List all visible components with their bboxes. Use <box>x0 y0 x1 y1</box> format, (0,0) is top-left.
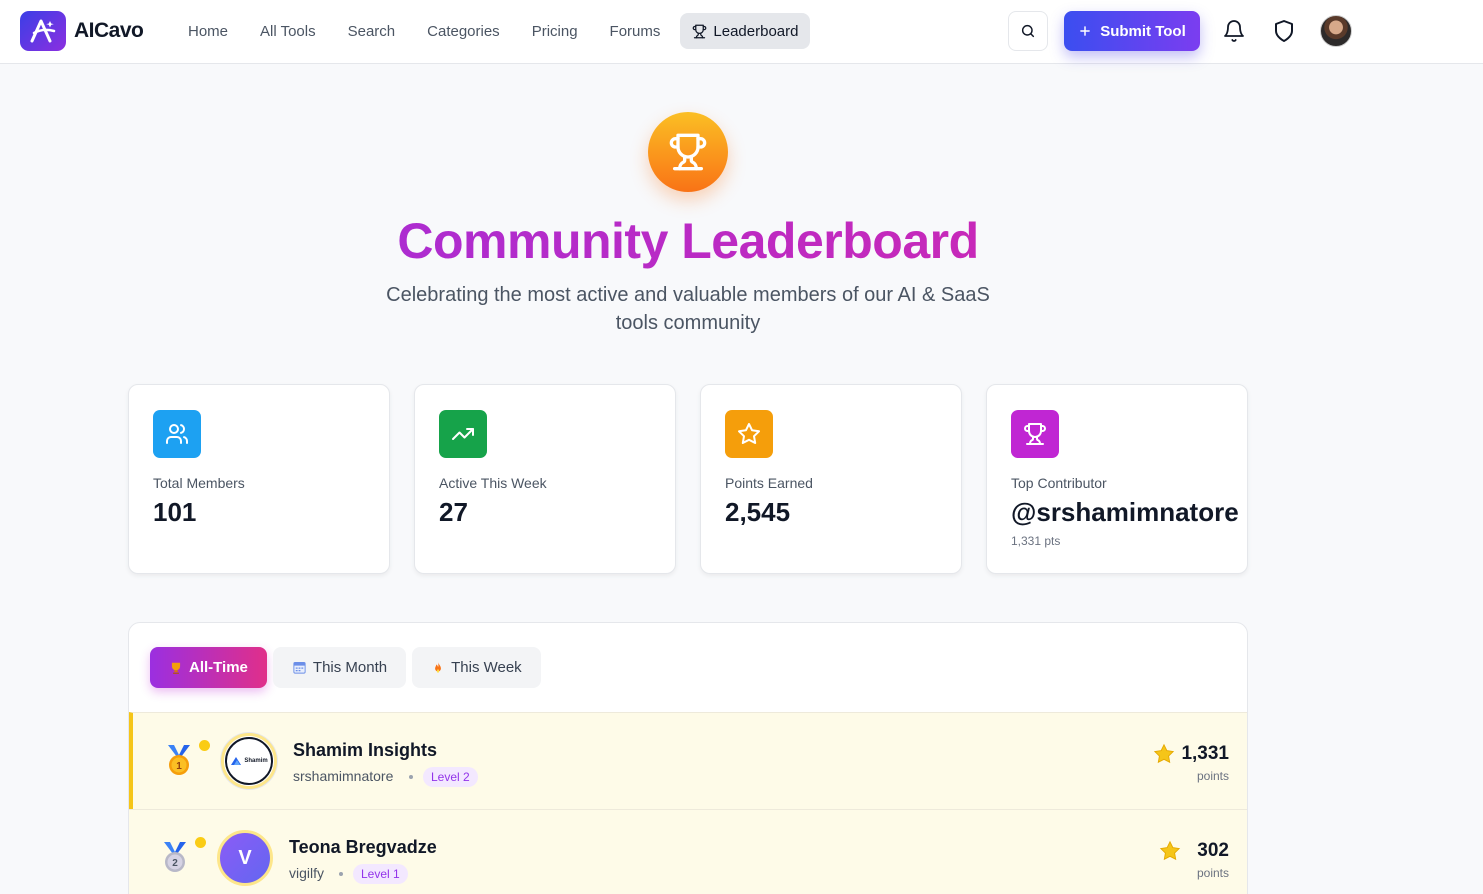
nav-search[interactable]: Search <box>336 13 408 49</box>
shamim-logo-icon <box>231 757 242 765</box>
nav-leaderboard-label: Leaderboard <box>713 22 799 40</box>
leaderboard-row[interactable]: 2 V Teona Bregvadze vigilfy Level 1 302 … <box>129 809 1247 894</box>
separator-dot <box>409 775 413 779</box>
trophy-icon <box>1011 410 1059 458</box>
status-dot <box>199 740 210 751</box>
avatar-logo-text: Shamim <box>244 758 268 764</box>
tab-all-time[interactable]: All-Time <box>150 647 267 688</box>
plus-icon <box>1080 26 1091 36</box>
status-dot <box>195 837 206 848</box>
rank-number: 2 <box>172 858 178 869</box>
submit-tool-label: Submit Tool <box>1100 22 1186 40</box>
stat-label: Top Contributor <box>1011 475 1107 491</box>
user-handle: vigilfy <box>289 865 325 881</box>
nav-home[interactable]: Home <box>176 13 240 49</box>
level-badge: Level 2 <box>423 767 478 787</box>
star-icon <box>1159 840 1181 861</box>
tab-this-week-label: This Week <box>451 659 522 676</box>
main-nav: Home All Tools Search Categories Pricing… <box>176 13 818 49</box>
avatar-initial: V <box>238 846 252 869</box>
users-icon <box>153 410 201 458</box>
brand-name[interactable]: AICavo <box>74 19 144 43</box>
top-navbar: AICavo Home All Tools Search Categories … <box>0 0 1483 64</box>
stat-value: 27 <box>439 497 468 527</box>
stat-value: 2,545 <box>725 497 791 527</box>
silver-medal-icon: 2 <box>164 842 186 872</box>
user-avatar[interactable]: Shamim <box>221 733 277 789</box>
submit-tool-button[interactable]: Submit Tool <box>1064 11 1200 51</box>
star-icon <box>1153 743 1175 764</box>
top-contributor-points: 1,331 pts <box>1011 534 1061 548</box>
flame-icon <box>435 661 442 673</box>
nav-forums[interactable]: Forums <box>598 13 673 49</box>
points-value: 1,331 <box>1181 743 1229 764</box>
period-tabs: All-Time This Month This Week <box>150 647 541 688</box>
page-subtitle: Celebrating the most active and valuable… <box>386 284 990 334</box>
stat-card-total-members: Total Members 101 <box>128 384 390 574</box>
stat-label: Total Members <box>153 475 245 491</box>
bell-icon[interactable] <box>1222 19 1246 43</box>
leaderboard-row[interactable]: 1 Shamim Shamim Insights srshamimnatore … <box>129 712 1247 809</box>
trophy-icon <box>171 662 181 674</box>
level-badge: Level 1 <box>353 864 408 884</box>
leaderboard-panel: All-Time This Month This Week 1 Shamim S… <box>128 622 1248 894</box>
logo-icon[interactable] <box>20 11 66 51</box>
user-avatar[interactable] <box>1320 15 1352 47</box>
tab-all-time-label: All-Time <box>189 659 248 676</box>
nav-all-tools[interactable]: All Tools <box>248 13 328 49</box>
nav-categories[interactable]: Categories <box>415 13 512 49</box>
search-icon <box>1021 24 1035 38</box>
tab-this-month[interactable]: This Month <box>272 647 407 688</box>
search-button[interactable] <box>1008 11 1048 51</box>
stat-value: 101 <box>153 497 197 527</box>
page-title: Community Leaderboard <box>0 212 1376 270</box>
stat-card-active-this-week: Active This Week 27 <box>414 384 676 574</box>
separator-dot <box>339 872 343 876</box>
rank-number: 1 <box>176 761 182 772</box>
user-name[interactable]: Shamim Insights <box>293 740 437 761</box>
top-contributor-handle[interactable]: @srshamimnatore <box>1011 497 1239 528</box>
gold-medal-icon: 1 <box>168 745 190 775</box>
trophy-icon <box>693 24 707 38</box>
stat-card-points-earned: Points Earned 2,545 <box>700 384 962 574</box>
user-avatar[interactable]: V <box>217 830 273 886</box>
shield-icon[interactable] <box>1272 19 1296 43</box>
nav-leaderboard[interactable]: Leaderboard <box>680 13 811 49</box>
user-handle: srshamimnatore <box>293 768 394 784</box>
points-label: points <box>1196 769 1229 783</box>
stat-label: Active This Week <box>439 475 547 491</box>
calendar-icon <box>293 662 306 674</box>
stat-card-top-contributor: Top Contributor @srshamimnatore 1,331 pt… <box>986 384 1248 574</box>
stat-label: Points Earned <box>725 475 813 491</box>
hero-trophy-icon <box>648 112 728 192</box>
trending-up-icon <box>439 410 487 458</box>
points-label: points <box>1196 866 1229 880</box>
user-name[interactable]: Teona Bregvadze <box>289 837 437 858</box>
nav-pricing[interactable]: Pricing <box>520 13 590 49</box>
points-value: 302 <box>1197 840 1229 861</box>
tab-this-month-label: This Month <box>312 659 388 676</box>
star-icon <box>725 410 773 458</box>
tab-this-week[interactable]: This Week <box>412 647 541 688</box>
